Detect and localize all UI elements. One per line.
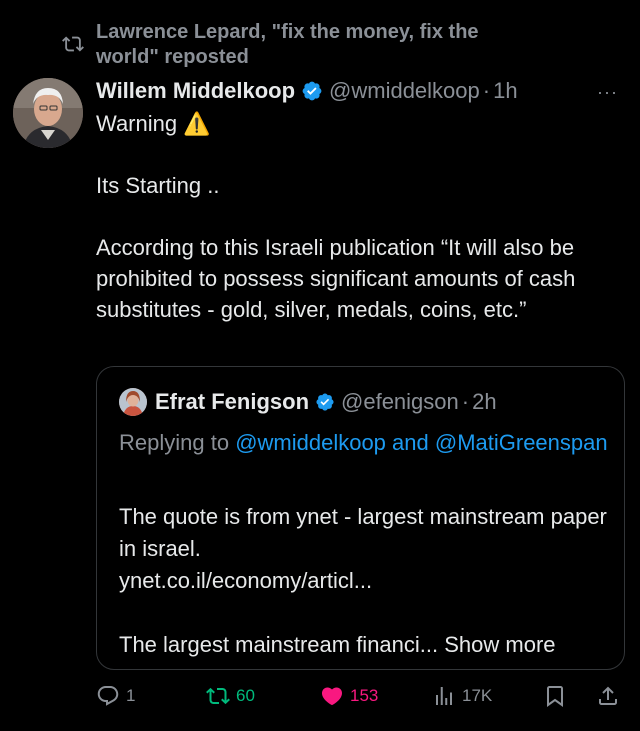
share-icon (599, 686, 617, 705)
reply-count: 1 (126, 686, 136, 705)
quoted-tweet-text: The quote is from ynet - largest mainstr… (119, 501, 609, 661)
mention-link-wmiddelkoop[interactable]: @wmiddelkoop (235, 430, 386, 455)
quoted-line-3: The largest mainstream financi... Show m… (119, 629, 609, 661)
reply-icon (97, 686, 119, 706)
bookmark-icon (547, 686, 563, 707)
tweet-text: Warning ⚠️ Its Starting .. According to … (96, 108, 631, 325)
quoted-line-3-text: The largest mainstream financi... (119, 632, 445, 657)
quoted-tweet-card[interactable]: Efrat Fenigson @efenigson · 2h Replying … (96, 366, 625, 670)
views-bar-chart-icon (436, 687, 452, 705)
verified-badge-icon[interactable] (301, 80, 323, 102)
quoted-author-line: Efrat Fenigson @efenigson · 2h (119, 387, 497, 417)
repost-label[interactable]: Lawrence Lepard, "fix the money, fix the… (96, 20, 536, 70)
quoted-link[interactable]: ynet.co.il/economy/articl... (119, 565, 609, 597)
repost-header: Lawrence Lepard, "fix the money, fix the… (62, 20, 479, 68)
quoted-author-name[interactable]: Efrat Fenigson (155, 387, 309, 417)
views-count: 17K (462, 686, 493, 705)
tweet-line-starting: Its Starting .. (96, 173, 220, 198)
mention-and: and (385, 430, 435, 455)
tweet-action-bar: 1 60 153 17K (0, 676, 640, 716)
like-count: 153 (350, 686, 379, 705)
quoted-author-handle[interactable]: @efenigson (341, 387, 459, 417)
tweet-author-line: Willem Middelkoop @wmiddelkoop · 1h (96, 76, 518, 106)
repost-count: 60 (236, 686, 255, 705)
reply-button[interactable]: 1 (96, 684, 135, 708)
share-button[interactable] (596, 684, 626, 708)
replying-to-label: Replying to (119, 430, 236, 455)
more-options-icon[interactable]: ··· (597, 82, 618, 103)
bookmark-button[interactable] (543, 684, 573, 708)
views-button[interactable]: 17K (432, 684, 492, 708)
time-separator: · (461, 389, 470, 414)
tweet-line-quote: According to this Israeli publication “I… (96, 235, 576, 322)
mention-link-matigreenspan[interactable]: @MatiGreenspan (435, 430, 608, 455)
tweet-timestamp[interactable]: 1h (493, 76, 517, 106)
replying-to: Replying to @wmiddelkoop and @MatiGreens… (119, 427, 609, 459)
quoted-author-avatar[interactable] (119, 388, 147, 416)
tweet-line-warning: Warning ⚠️ (96, 111, 211, 136)
quoted-line-1: The quote is from ynet - largest mainstr… (119, 504, 607, 561)
verified-badge-icon[interactable] (315, 392, 335, 412)
show-more-link[interactable]: Show more (444, 632, 555, 657)
quoted-timestamp[interactable]: 2h (472, 387, 496, 417)
like-button[interactable]: 153 (320, 684, 378, 708)
repost-button[interactable]: 60 (206, 684, 255, 708)
repost-icon (206, 687, 230, 705)
author-name[interactable]: Willem Middelkoop (96, 76, 295, 106)
repost-icon (62, 36, 84, 52)
author-handle[interactable]: @wmiddelkoop (329, 76, 480, 106)
author-avatar[interactable] (13, 78, 83, 148)
heart-icon (321, 687, 343, 706)
time-separator: · (482, 78, 491, 103)
